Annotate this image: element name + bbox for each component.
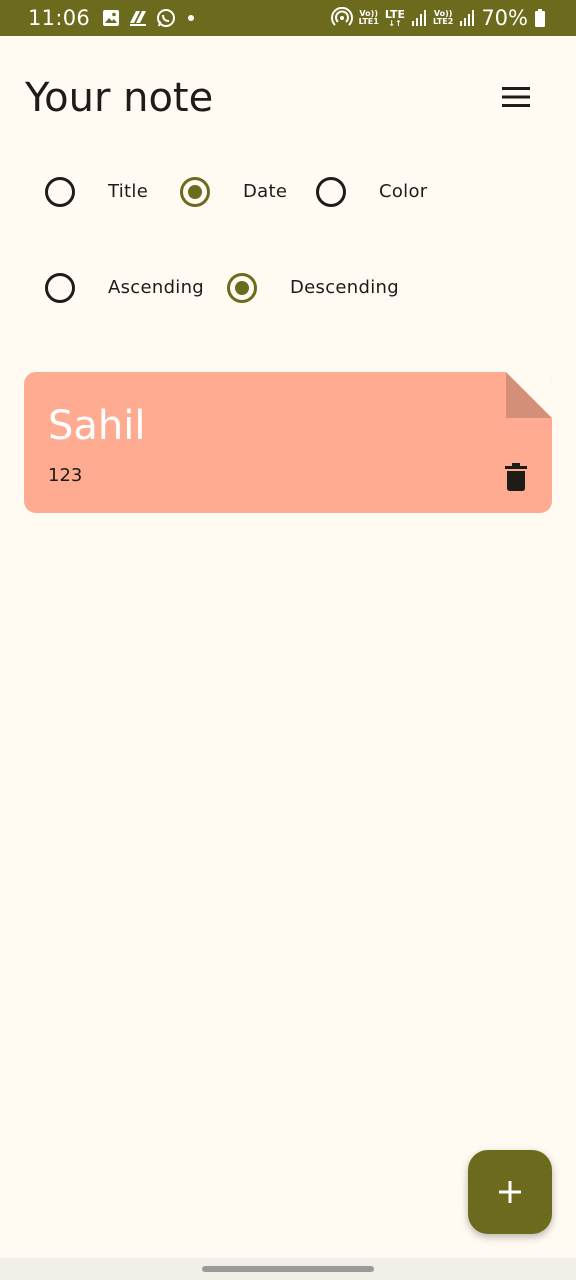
status-time: 11:06 [28,6,91,30]
note-content: 123 [48,465,83,486]
menu-icon [501,86,531,108]
lte-label: LTE ↓↑ [385,9,405,28]
dot-icon [184,11,198,25]
data-arrows-icon: ↓↑ [388,18,402,28]
signal-icon-2 [459,9,475,27]
home-gesture-handle[interactable] [202,1266,374,1272]
gallery-icon [102,9,120,27]
status-bar: 11:06 Vo)) LTE1 LTE ↓↑ Vo)) LTE2 70% [0,0,576,36]
radio-descending[interactable] [227,273,257,303]
lte-label-text: LTE [384,7,406,21]
sim2-label-bottom: LTE2 [433,17,454,26]
navigation-bar [0,1258,576,1280]
battery-percentage: 70% [481,6,528,30]
order-radio-group: Ascending Descending [0,260,576,316]
sim1-label-bottom: LTE1 [358,17,379,26]
radio-date[interactable] [180,177,210,207]
radio-ascending-label: Ascending [108,277,205,298]
sim2-label: Vo)) LTE2 [433,10,453,26]
hotspot-icon [330,7,353,29]
note-corner-fold [506,372,552,418]
status-bar-left: 11:06 [28,0,198,36]
add-note-button[interactable] [468,1150,552,1234]
add-icon [498,1180,522,1204]
page-title: Your note [25,75,214,121]
radio-color[interactable] [316,177,346,207]
status-bar-right: Vo)) LTE1 LTE ↓↑ Vo)) LTE2 70% [330,0,546,36]
radio-color-label: Color [379,181,428,202]
signal-icon-1 [411,9,427,27]
note-card[interactable]: Sahil 123 [24,372,552,513]
whatsapp-icon [156,8,176,28]
radio-ascending[interactable] [45,273,75,303]
app-icon [128,9,148,27]
sim1-label: Vo)) LTE1 [359,10,379,26]
battery-icon [534,8,546,28]
menu-button[interactable] [496,80,536,114]
delete-note-button[interactable] [502,460,530,494]
radio-title[interactable] [45,177,75,207]
sort-by-radio-group: Title Date Color [0,164,576,220]
radio-date-label: Date [243,181,288,202]
delete-icon [505,463,527,491]
radio-descending-label: Descending [290,277,399,298]
note-title: Sahil [48,403,146,449]
radio-title-label: Title [108,181,149,202]
